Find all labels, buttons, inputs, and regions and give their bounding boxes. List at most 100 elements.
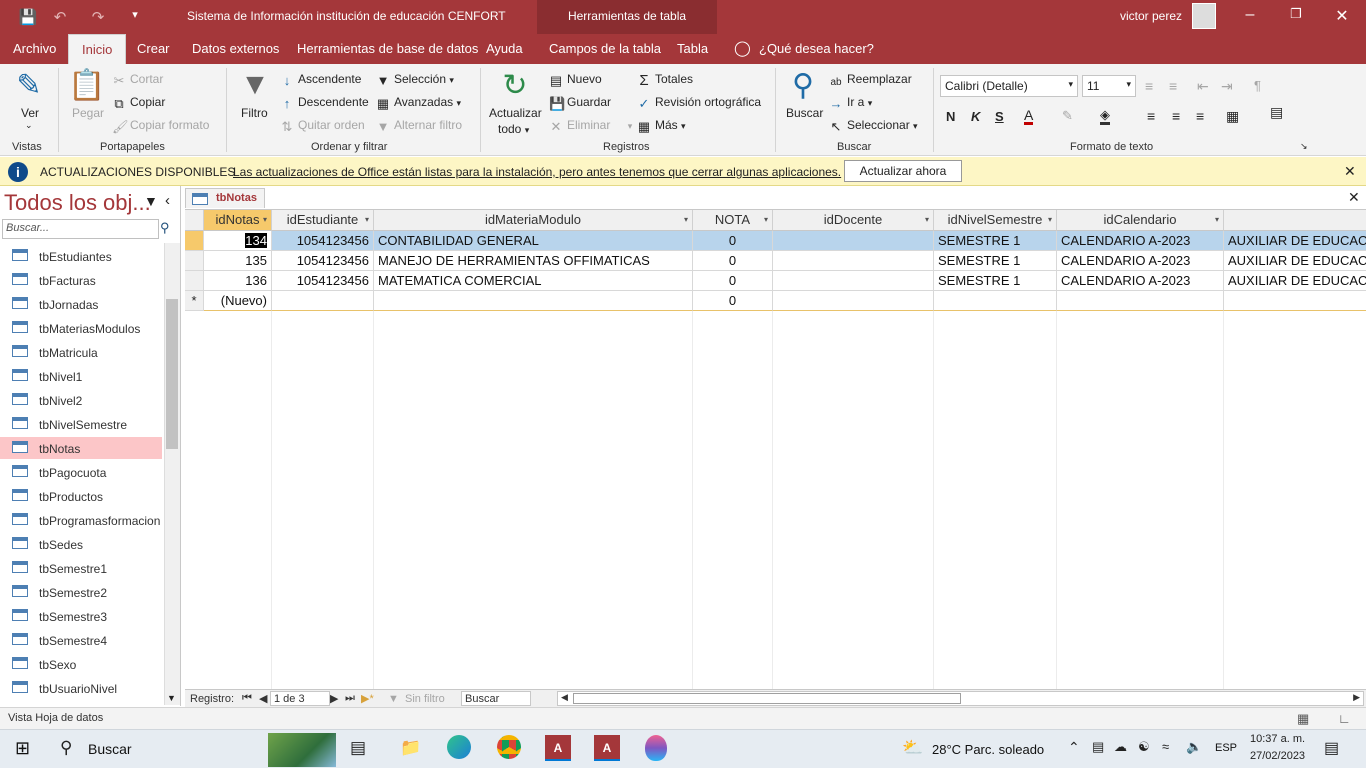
table-cell[interactable]: 0: [693, 251, 773, 271]
column-dropdown-icon[interactable]: ▾: [925, 210, 929, 230]
clock-time[interactable]: 10:37 a. m.: [1250, 733, 1305, 745]
edge-icon[interactable]: [447, 735, 471, 759]
font-name-select[interactable]: Calibri (Detalle) ▾: [940, 75, 1078, 97]
nav-scrollbar[interactable]: ▼: [164, 243, 180, 705]
dialog-launcher-icon[interactable]: ↘: [1300, 141, 1308, 152]
advanced-button[interactable]: Avanzadas: [394, 95, 453, 109]
table-cell[interactable]: 1054123456: [272, 231, 374, 251]
file-explorer-icon[interactable]: 📁: [400, 738, 421, 758]
find-button[interactable]: Buscar: [786, 106, 823, 120]
column-header-idmateriamodulo[interactable]: idMateriaModulo ▾: [374, 210, 693, 231]
tab-herramientas-bd[interactable]: Herramientas de base de datos: [297, 41, 478, 56]
table-cell[interactable]: 136: [204, 271, 272, 291]
datasheet-view-status-icon[interactable]: ▦: [1297, 711, 1309, 727]
column-header-more[interactable]: [1224, 210, 1366, 231]
task-view-icon[interactable]: ▤: [350, 738, 366, 758]
align-right-icon[interactable]: ≡: [1196, 108, 1204, 124]
table-cell[interactable]: (Nuevo): [204, 291, 272, 311]
table-cell[interactable]: SEMESTRE 1: [934, 251, 1057, 271]
table-cell[interactable]: CALENDARIO A-2023: [1057, 251, 1224, 271]
paragraph-direction-icon[interactable]: ¶: [1254, 78, 1261, 93]
refresh-all-label[interactable]: todo: [498, 122, 521, 136]
record-position-input[interactable]: 1 de 3: [270, 691, 330, 706]
next-record-icon[interactable]: ▶: [330, 692, 338, 705]
chrome-icon[interactable]: [497, 735, 521, 759]
table-cell[interactable]: AUXILIAR DE EDUCACIO: [1224, 271, 1366, 291]
table-cell[interactable]: [773, 231, 934, 251]
table-cell[interactable]: AUXILIAR DE EDUCACIO: [1224, 231, 1366, 251]
nav-menu-icon[interactable]: ▼: [144, 193, 158, 209]
close-icon[interactable]: ✕: [1327, 6, 1357, 26]
copy-button[interactable]: Copiar: [130, 95, 165, 109]
align-center-icon[interactable]: ≡: [1172, 108, 1180, 124]
select-all-corner[interactable]: [185, 210, 204, 231]
horizontal-scrollbar[interactable]: ◀ ▶: [557, 691, 1364, 706]
column-dropdown-icon[interactable]: ▾: [684, 210, 688, 230]
search-icon[interactable]: ⚲: [160, 220, 170, 236]
taskbar-search-icon[interactable]: ⚲: [60, 738, 72, 758]
delete-button[interactable]: Eliminar: [567, 118, 610, 132]
taskbar-search[interactable]: Buscar: [88, 741, 132, 757]
find-icon[interactable]: ⚲: [780, 68, 826, 103]
clock-date[interactable]: 27/02/2023: [1250, 750, 1305, 762]
sort-ascending-button[interactable]: Ascendente: [298, 72, 361, 86]
access-icon[interactable]: A: [545, 735, 571, 761]
replace-button[interactable]: Reemplazar: [847, 72, 912, 86]
redo-icon[interactable]: ↷: [88, 8, 108, 26]
nav-scroll-thumb[interactable]: [166, 299, 178, 449]
table-cell[interactable]: SEMESTRE 1: [934, 271, 1057, 291]
undo-icon[interactable]: ↶: [50, 8, 70, 26]
scroll-right-icon[interactable]: ▶: [1353, 692, 1360, 703]
column-dropdown-icon[interactable]: ▾: [1215, 210, 1219, 230]
avatar[interactable]: [1192, 3, 1216, 29]
select-button[interactable]: Seleccionar: [847, 118, 910, 132]
nav-item-tbsemestre3[interactable]: tbSemestre3: [0, 605, 162, 627]
tab-ayuda[interactable]: Ayuda: [486, 41, 523, 56]
record-selector[interactable]: [185, 271, 204, 291]
table-cell[interactable]: 0: [693, 271, 773, 291]
tab-tabla[interactable]: Tabla: [677, 41, 708, 56]
save-icon[interactable]: 💾: [18, 8, 38, 26]
table-cell[interactable]: MANEJO DE HERRAMIENTAS OFFIMATICAS: [374, 251, 693, 271]
column-dropdown-icon[interactable]: ▾: [1048, 210, 1052, 230]
column-header-iddocente[interactable]: idDocente ▾: [773, 210, 934, 231]
message-link[interactable]: Las actualizaciones de Office están list…: [233, 165, 841, 179]
maximize-icon[interactable]: ❐: [1281, 6, 1311, 22]
paste-icon[interactable]: 📋: [64, 68, 110, 103]
table-cell[interactable]: 134: [204, 231, 272, 251]
new-record-asterisk-icon[interactable]: *: [185, 291, 204, 311]
cut-button[interactable]: Cortar: [130, 72, 163, 86]
user-name[interactable]: victor perez: [1120, 9, 1182, 23]
alternate-row-color-icon[interactable]: ▤: [1270, 104, 1283, 121]
new-record-nav-icon[interactable]: ▶*: [361, 692, 374, 705]
selection-button[interactable]: Selección: [394, 72, 446, 86]
tray-chevron-up-icon[interactable]: ⌃: [1068, 739, 1080, 756]
tab-datos-externos[interactable]: Datos externos: [192, 41, 279, 56]
document-tab[interactable]: tbNotas: [185, 188, 265, 208]
table-cell[interactable]: MATEMATICA COMERCIAL: [374, 271, 693, 291]
collapse-pane-icon[interactable]: ‹: [165, 192, 170, 209]
nav-item-tbfacturas[interactable]: tbFacturas: [0, 269, 162, 291]
filter-button[interactable]: Filtro: [241, 106, 268, 120]
nav-item-tbmateriasmodulos[interactable]: tbMateriasModulos: [0, 317, 162, 339]
indent-decrease-icon[interactable]: ⇥: [1221, 78, 1233, 95]
table-cell[interactable]: 0: [693, 231, 773, 251]
nav-item-tbsedes[interactable]: tbSedes: [0, 533, 162, 555]
close-message-icon[interactable]: ✕: [1344, 163, 1356, 180]
toggle-filter-button[interactable]: Alternar filtro: [394, 118, 462, 132]
paste-button[interactable]: Pegar: [72, 106, 104, 120]
windows-start-icon[interactable]: ⊞: [15, 738, 30, 759]
refresh-all-icon[interactable]: ↻: [492, 68, 538, 103]
table-cell[interactable]: [1224, 291, 1366, 311]
wifi-icon[interactable]: ≈: [1162, 739, 1169, 754]
highlight-icon[interactable]: ✎: [1062, 108, 1073, 124]
record-selector[interactable]: [185, 231, 204, 251]
customize-quick-access-icon[interactable]: ▾: [125, 8, 145, 21]
column-header-idestudiante[interactable]: idEstudiante ▾: [272, 210, 374, 231]
column-header-idnivelsemestre[interactable]: idNivelSemestre ▾: [934, 210, 1057, 231]
table-cell[interactable]: [934, 291, 1057, 311]
sort-descending-button[interactable]: Descendente: [298, 95, 369, 109]
italic-button[interactable]: K: [971, 109, 980, 124]
spelling-button[interactable]: Revisión ortográfica: [655, 95, 761, 109]
table-cell[interactable]: 1054123456: [272, 251, 374, 271]
